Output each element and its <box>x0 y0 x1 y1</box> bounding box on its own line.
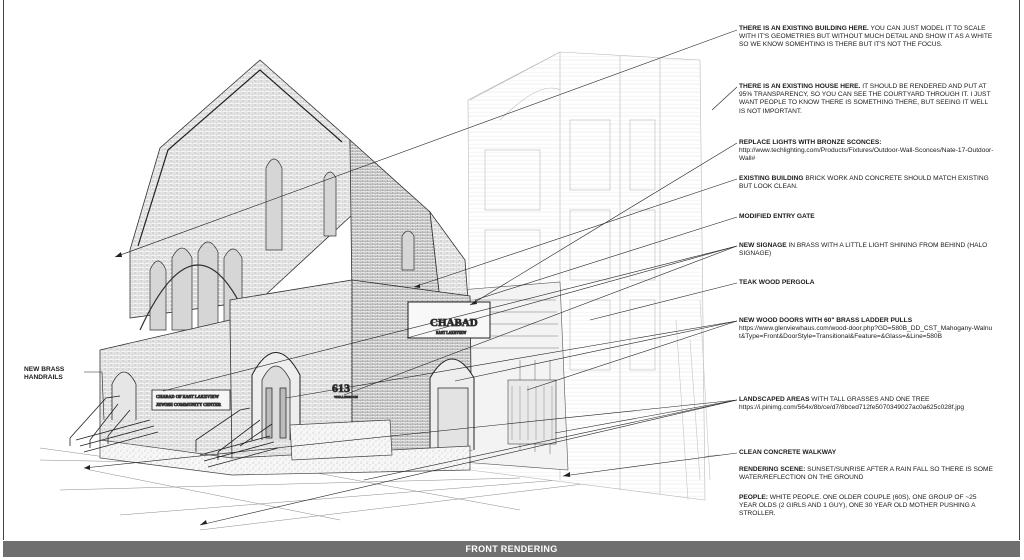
sheet-title: FRONT RENDERING <box>465 544 558 554</box>
note-heading: NEW SIGNAGE <box>739 242 787 249</box>
address-street: WELLINGTON <box>334 395 358 399</box>
note-11: RENDERING SCENE: SUNSET/SUNRISE AFTER A … <box>739 466 994 482</box>
note-heading: NEW WOOD DOORS WITH 60" BRASS LADDER PUL… <box>739 317 913 324</box>
note-5: MODIFIED ENTRY GATE <box>739 213 994 221</box>
main-sign-text: CHABAD <box>430 317 478 329</box>
note-heading: LANDSCAPED AREAS <box>739 396 810 403</box>
note-url: https://www.glenviewhaus.com/wood-door.p… <box>739 325 993 341</box>
entry-sign-line-2: JEWISH COMMUNITY CENTER <box>156 402 222 407</box>
note-1: THERE IS AN EXISTING BUILDING HERE. YOU … <box>739 25 994 50</box>
note-heading: MODIFIED ENTRY GATE <box>739 213 815 220</box>
note-body: WITH TALL GRASSES AND ONE TREE <box>809 396 930 403</box>
note-heading: REPLACE LIGHTS WITH BRONZE SCONCES: <box>739 139 882 146</box>
address-number: 613 <box>332 381 350 395</box>
sheet-title-bar: FRONT RENDERING <box>3 541 1020 557</box>
note-heading: TEAK WOOD PERGOLA <box>739 279 815 286</box>
note-url: http://www.techlighting.com/Products/Fix… <box>739 147 994 163</box>
note-heading: PEOPLE: <box>739 494 768 501</box>
handrails-callout: NEW BRASS HANDRAILS <box>24 366 65 382</box>
note-heading: EXISTING BUILDING <box>739 175 804 182</box>
note-8: NEW WOOD DOORS WITH 60" BRASS LADDER PUL… <box>739 317 994 342</box>
note-body: WHITE PEOPLE. ONE OLDER COUPLE (60s), ON… <box>739 494 977 518</box>
main-sign-subtext: EAST LAKEVIEW <box>436 331 467 335</box>
note-url: https://i.pinimg.com/564x/8b/ce/d7/8bced… <box>739 404 965 412</box>
note-heading: CLEAN CONCRETE WALKWAY <box>739 449 837 456</box>
entry-sign-line-1: CHABAD OF EAST LAKEVIEW <box>156 394 220 399</box>
note-6: NEW SIGNAGE IN BRASS WITH A LITTLE LIGHT… <box>739 242 994 258</box>
note-heading: RENDERING SCENE: <box>739 466 806 473</box>
note-heading: THERE IS AN EXISTING HOUSE HERE. <box>739 83 861 90</box>
note-4: EXISTING BUILDING BRICK WORK AND CONCRET… <box>739 175 994 191</box>
note-10: CLEAN CONCRETE WALKWAY <box>739 449 994 457</box>
drawing-sheet: CHABAD EAST LAKEVIEW 613 WELLINGTON CHAB… <box>0 0 1024 560</box>
note-12: PEOPLE: WHITE PEOPLE. ONE OLDER COUPLE (… <box>739 494 994 519</box>
note-heading: THERE IS AN EXISTING BUILDING HERE. <box>739 25 869 32</box>
note-2: THERE IS AN EXISTING HOUSE HERE. IT SHOU… <box>739 83 994 116</box>
note-7: TEAK WOOD PERGOLA <box>739 279 994 287</box>
note-9: LANDSCAPED AREAS WITH TALL GRASSES AND O… <box>739 396 994 412</box>
note-3: REPLACE LIGHTS WITH BRONZE SCONCES: http:… <box>739 139 994 164</box>
